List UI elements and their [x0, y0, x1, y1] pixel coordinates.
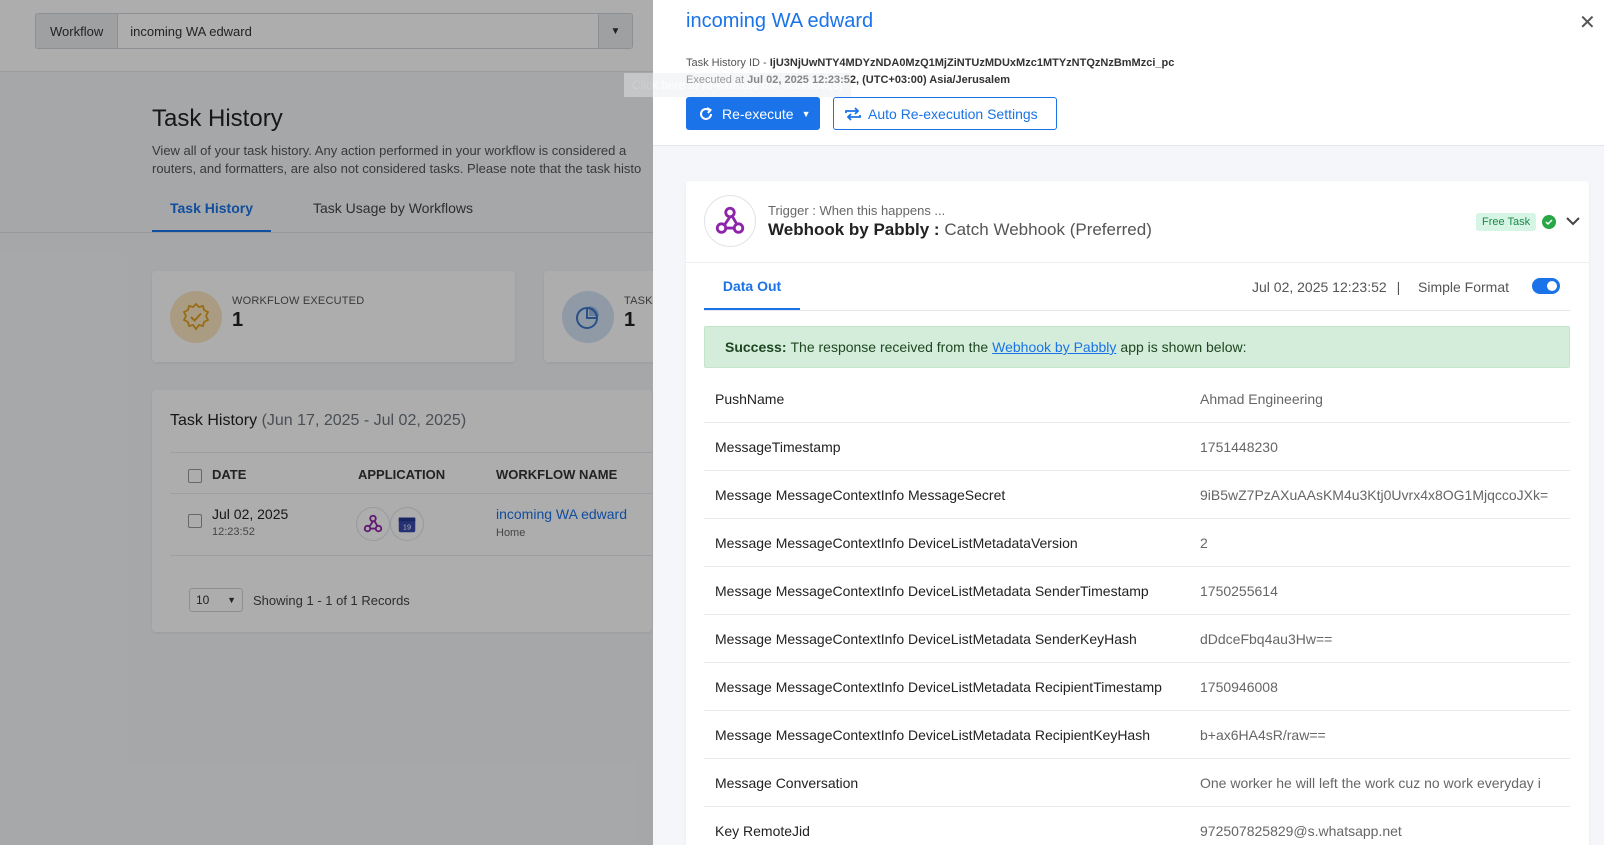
data-field-row: Message MessageContextInfo DeviceListMet… — [704, 615, 1570, 663]
divider — [686, 262, 1589, 263]
success-alert: Success: The response received from the … — [704, 326, 1570, 368]
field-key: Message MessageContextInfo DeviceListMet… — [715, 726, 1151, 743]
data-field-row: PushName Ahmad Engineering — [704, 375, 1570, 423]
refresh-icon — [700, 106, 713, 120]
field-key: Message MessageContextInfo DeviceListMet… — [715, 630, 1137, 647]
tabs-divider — [704, 310, 1570, 311]
execution-timestamp: Jul 02, 2025 12:23:52 | — [1252, 279, 1401, 295]
success-check-icon — [1542, 215, 1556, 229]
drawer-title: incoming WA edward — [686, 10, 874, 32]
step-title: Webhook by Pabbly : Catch Webhook (Prefe… — [768, 220, 1152, 239]
field-value: b+ax6HA4sR/raw== — [1200, 726, 1326, 743]
field-key: Message MessageContextInfo DeviceListMet… — [715, 582, 1149, 599]
webhook-pabbly-link[interactable]: Webhook by Pabbly — [992, 339, 1116, 355]
caret-down-icon: ▼ — [801, 108, 811, 119]
chevron-down-icon[interactable] — [1566, 213, 1580, 231]
data-field-row: Key RemoteJid 972507825829@s.whatsapp.ne… — [704, 807, 1570, 845]
reexecute-tooltip: Click here to re-execute the workflow(s) — [624, 73, 851, 97]
data-field-row: Message MessageContextInfo DeviceListMet… — [704, 711, 1570, 759]
repeat-icon — [845, 106, 861, 121]
data-field-row: Message MessageContextInfo DeviceListMet… — [704, 663, 1570, 711]
field-value: 1750255614 — [1200, 582, 1278, 599]
data-field-row: MessageTimestamp 1751448230 — [704, 423, 1570, 471]
task-detail-drawer: incoming WA edward ✕ Task History ID - I… — [653, 0, 1604, 845]
task-history-id: Task History ID - IjU3NjUwNTY4MDYzNDA0Mz… — [686, 57, 1175, 69]
trigger-label: Trigger : When this happens ... — [768, 203, 946, 218]
auto-reexecution-button[interactable]: Auto Re-execution Settings — [833, 97, 1057, 130]
field-key: Message MessageContextInfo MessageSecret — [715, 486, 1006, 503]
field-key: MessageTimestamp — [715, 438, 841, 455]
field-value: Ahmad Engineering — [1200, 390, 1323, 407]
field-key: Key RemoteJid — [715, 822, 810, 839]
modal-backdrop[interactable] — [0, 0, 653, 845]
field-value: dDdceFbq4au3Hw== — [1200, 630, 1333, 647]
field-key: Message MessageContextInfo DeviceListMet… — [715, 678, 1162, 695]
free-task-badge: Free Task — [1476, 213, 1537, 231]
field-value: One worker he will left the work cuz no … — [1200, 774, 1541, 791]
simple-format-label: Simple Format — [1418, 279, 1510, 295]
data-field-row: Message Conversation One worker he will … — [704, 759, 1570, 807]
trigger-step-card: Trigger : When this happens ... Webhook … — [686, 181, 1589, 845]
simple-format-toggle[interactable] — [1532, 278, 1560, 294]
field-key: Message MessageContextInfo DeviceListMet… — [715, 534, 1078, 551]
data-field-row: Message MessageContextInfo DeviceListMet… — [704, 519, 1570, 567]
field-key: PushName — [715, 390, 785, 407]
close-icon[interactable]: ✕ — [1579, 10, 1596, 35]
field-value: 1751448230 — [1200, 438, 1278, 455]
field-value: 9iB5wZ7PzAXuAAsKM4u3Ktj0Uvrx4x8OG1Mjqcco… — [1200, 486, 1549, 503]
data-field-row: Message MessageContextInfo MessageSecret… — [704, 471, 1570, 519]
reexecute-button[interactable]: Re-execute ▼ — [686, 97, 820, 130]
data-field-row: Message MessageContextInfo DeviceListMet… — [704, 567, 1570, 615]
field-value: 2 — [1200, 534, 1208, 551]
field-key: Message Conversation — [715, 774, 859, 791]
field-value: 972507825829@s.whatsapp.net — [1200, 822, 1402, 839]
field-value: 1750946008 — [1200, 678, 1278, 695]
tab-data-out[interactable]: Data Out — [704, 263, 800, 310]
webhook-pabbly-icon — [704, 195, 756, 247]
